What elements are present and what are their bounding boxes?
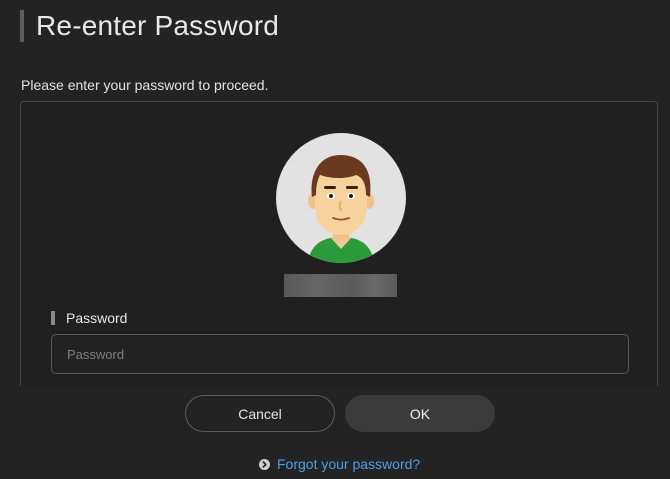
mii-avatar-icon	[276, 133, 406, 263]
password-label-row: Password	[51, 310, 127, 326]
forgot-password-link[interactable]: Forgot your password?	[259, 456, 420, 472]
header: Re-enter Password	[20, 10, 279, 42]
ok-button[interactable]: OK	[345, 395, 495, 432]
chevron-right-circle-icon	[259, 458, 270, 470]
login-card: Password	[20, 101, 658, 401]
avatar-illustration	[308, 155, 374, 263]
reenter-password-page: Re-enter Password Please enter your pass…	[0, 0, 670, 479]
cancel-button-label: Cancel	[238, 405, 282, 422]
password-input[interactable]	[51, 334, 629, 374]
field-label-accent	[51, 311, 55, 325]
page-title: Re-enter Password	[36, 10, 280, 41]
forgot-password-label: Forgot your password?	[277, 456, 421, 472]
password-label: Password	[66, 310, 128, 326]
instructions-text: Please enter your password to proceed.	[21, 77, 269, 93]
username-redacted	[284, 274, 397, 297]
title-accent-bar	[20, 10, 24, 42]
ok-button-label: OK	[409, 405, 431, 422]
cancel-button[interactable]: Cancel	[185, 395, 335, 432]
